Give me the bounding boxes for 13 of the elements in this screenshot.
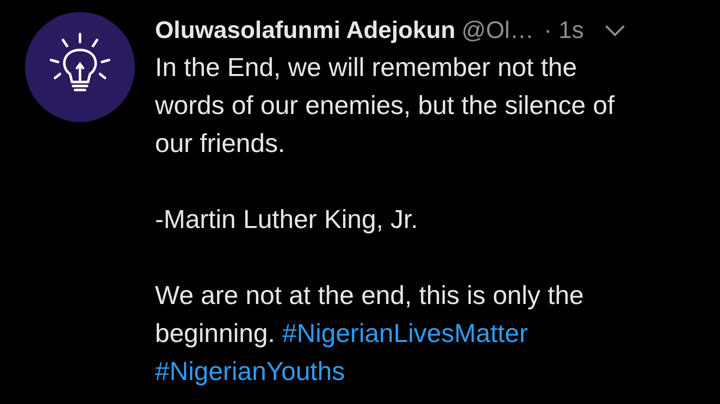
tweet-text: beginning.: [155, 316, 276, 350]
hashtag-link[interactable]: #NigerianLivesMatter: [282, 314, 528, 352]
tweet-text: our friends.: [155, 126, 286, 160]
tweet-text: We are not at the end, this is only the: [155, 278, 584, 312]
chevron-down-icon[interactable]: [604, 24, 626, 38]
hashtag-link[interactable]: #NigerianYouths: [155, 352, 345, 390]
avatar-lightbulb-icon[interactable]: [25, 12, 135, 122]
author-handle: @Ol…: [461, 16, 534, 46]
author-name[interactable]: Oluwasolafunmi Adejokun: [155, 13, 456, 49]
tweet-text: words of our enemies, but the silence of: [155, 88, 615, 122]
timestamp: · 1s: [544, 16, 584, 46]
tweet-text: -Martin Luther King, Jr.: [155, 202, 418, 236]
tweet-text: In the End, we will remember not the: [155, 50, 577, 84]
